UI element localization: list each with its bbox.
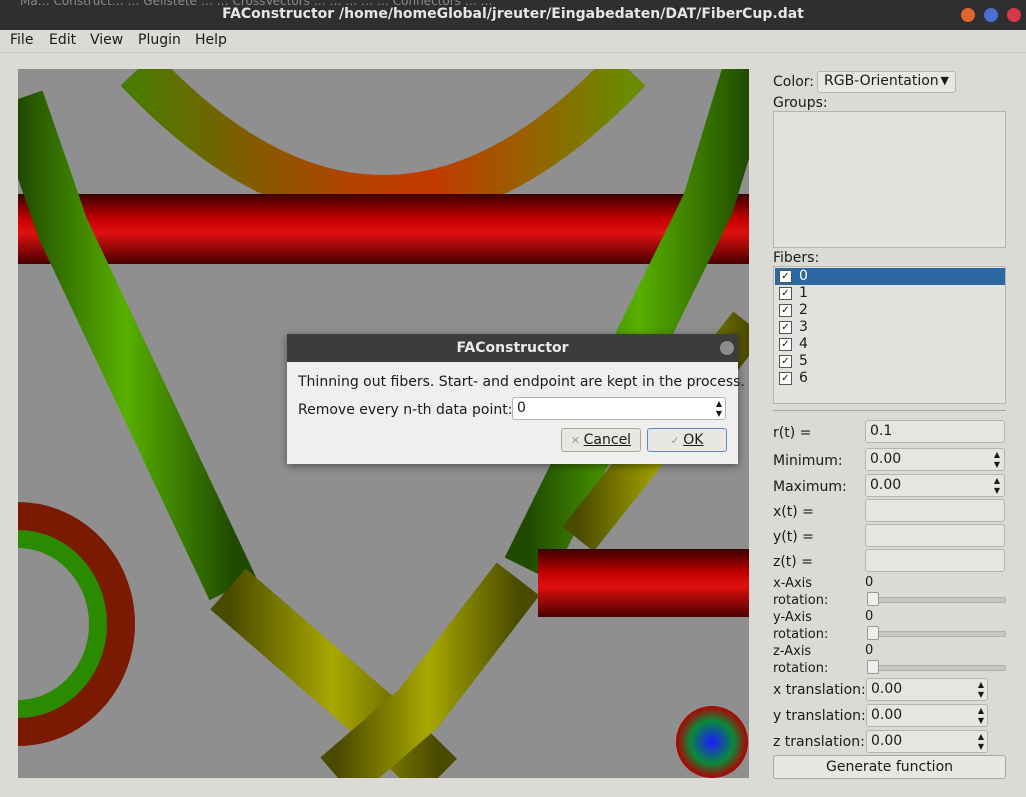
minimum-label: Minimum: (773, 453, 843, 469)
x-axis-rotation-label: x-Axis rotation: (773, 576, 829, 608)
window-title: FAConstructor /home/homeGlobal/jreuter/E… (222, 6, 804, 22)
menu-help[interactable]: Help (195, 32, 227, 48)
y-translation-label: y translation: (773, 708, 866, 724)
ok-button[interactable]: ✓ OK (647, 428, 727, 452)
cancel-icon: ✕ (570, 434, 584, 447)
yt-input[interactable] (865, 524, 1005, 547)
color-select[interactable]: RGB-Orientation ▼ (817, 71, 956, 93)
dialog-title: FAConstructor (287, 334, 738, 362)
maximum-label: Maximum: (773, 479, 847, 495)
close-button[interactable] (1007, 8, 1021, 22)
yt-label: y(t) = (773, 529, 814, 545)
chevron-down-icon: ▼ (940, 74, 949, 87)
maximize-button[interactable] (984, 8, 998, 22)
color-select-value: RGB-Orientation (824, 73, 939, 89)
rt-label: r(t) = (773, 425, 812, 441)
rt-input[interactable]: 0.1 (865, 420, 1005, 443)
fiber-item-4[interactable]: ✓ 4 (775, 336, 1005, 353)
groups-list[interactable] (773, 111, 1006, 248)
z-translation-label: z translation: (773, 734, 865, 750)
spin-down-icon[interactable]: ▼ (991, 459, 1003, 470)
fibers-list[interactable]: ✓ 0 ✓ 1 ✓ 2 ✓ 3 ✓ 4 ✓ 5 ✓ 6 (773, 266, 1006, 404)
z-axis-rotation-label: z-Axis rotation: (773, 644, 829, 676)
checkbox-icon[interactable]: ✓ (779, 304, 792, 317)
checkbox-icon[interactable]: ✓ (779, 321, 792, 334)
fiber-red-lower (538, 549, 749, 617)
orientation-sphere (676, 706, 748, 778)
checkbox-icon[interactable]: ✓ (779, 338, 792, 351)
color-label: Color: (773, 74, 815, 90)
spin-down-icon[interactable]: ▼ (713, 408, 725, 419)
fiber-item-3[interactable]: ✓ 3 (775, 319, 1005, 336)
y-axis-rotation-slider[interactable] (867, 631, 1006, 637)
x-axis-rotation-value: 0 (865, 575, 874, 590)
menu-file[interactable]: File (10, 32, 33, 48)
y-translation-spinbox[interactable]: 0.00 (866, 704, 988, 727)
checkbox-icon[interactable]: ✓ (779, 355, 792, 368)
z-axis-rotation-slider[interactable] (867, 665, 1006, 671)
spin-down-icon[interactable]: ▼ (975, 715, 987, 726)
fiber-arc-top (120, 69, 646, 223)
divider (773, 410, 1006, 411)
spin-down-icon[interactable]: ▼ (975, 741, 987, 752)
title-bar: Ma… Construct… … Gelistete … … CrossVect… (0, 0, 1026, 30)
spin-down-icon[interactable]: ▼ (975, 689, 987, 700)
fiber-item-5[interactable]: ✓ 5 (775, 353, 1005, 370)
fiber-red-upper (18, 194, 749, 264)
zt-input[interactable] (865, 549, 1005, 572)
x-axis-rotation-slider[interactable] (867, 597, 1006, 603)
fiber-item-2[interactable]: ✓ 2 (775, 302, 1005, 319)
fiber-item-1[interactable]: ✓ 1 (775, 285, 1005, 302)
slider-handle[interactable] (867, 592, 879, 606)
fiber-torus-inner (18, 530, 107, 718)
zt-label: z(t) = (773, 554, 813, 570)
slider-handle[interactable] (867, 660, 879, 674)
x-translation-spinbox[interactable]: 0.00 (866, 678, 988, 701)
x-translation-label: x translation: (773, 682, 866, 698)
fiber-item-0[interactable]: ✓ 0 (775, 268, 1005, 285)
thinning-dialog: FAConstructor Thinning out fibers. Start… (287, 334, 745, 464)
y-axis-rotation-label: y-Axis rotation: (773, 610, 829, 642)
close-icon[interactable] (720, 341, 734, 355)
menu-view[interactable]: View (90, 32, 123, 48)
menu-bar: File Edit View Plugin Help (0, 30, 1026, 53)
z-axis-rotation-value: 0 (865, 643, 874, 658)
spin-down-icon[interactable]: ▼ (991, 485, 1003, 496)
check-icon: ✓ (670, 434, 684, 447)
fibers-label: Fibers: (773, 250, 820, 266)
slider-handle[interactable] (867, 626, 879, 640)
minimize-button[interactable] (961, 8, 975, 22)
menu-plugin[interactable]: Plugin (138, 32, 181, 48)
groups-label: Groups: (773, 95, 828, 111)
minimum-spinbox[interactable]: 0.00 (865, 448, 1005, 471)
xt-input[interactable] (865, 499, 1005, 522)
z-translation-spinbox[interactable]: 0.00 (866, 730, 988, 753)
cancel-button[interactable]: ✕ Cancel (561, 428, 641, 452)
generate-function-button[interactable]: Generate function (773, 755, 1006, 779)
dialog-message: Thinning out fibers. Start- and endpoint… (298, 374, 745, 390)
nth-point-label: Remove every n-th data point: (298, 402, 513, 418)
checkbox-icon[interactable]: ✓ (779, 372, 792, 385)
xt-label: x(t) = (773, 504, 814, 520)
y-axis-rotation-value: 0 (865, 609, 874, 624)
checkbox-icon[interactable]: ✓ (779, 287, 792, 300)
nth-point-spinbox[interactable]: 0 (512, 397, 726, 420)
checkbox-icon[interactable]: ✓ (779, 270, 792, 283)
maximum-spinbox[interactable]: 0.00 (865, 474, 1005, 497)
menu-edit[interactable]: Edit (49, 32, 76, 48)
fiber-item-6[interactable]: ✓ 6 (775, 370, 1005, 387)
